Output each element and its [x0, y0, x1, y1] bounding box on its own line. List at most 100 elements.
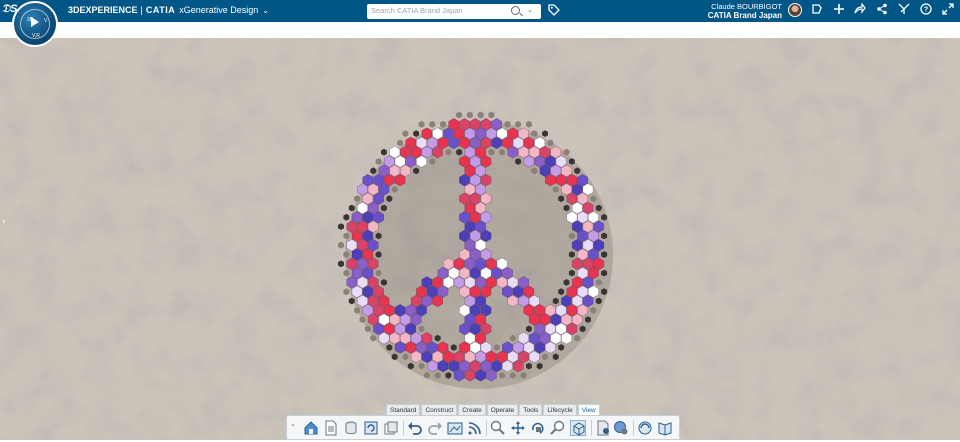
- hex-cell: [545, 173, 556, 187]
- hex-cell: [507, 145, 519, 159]
- app-brand[interactable]: 3DEXPERIENCE | CATIA xGenerative Design ⌄: [68, 5, 269, 15]
- action-bar: Standard Construct Create Operate Tools …: [286, 404, 680, 440]
- hex-cell: [561, 331, 572, 345]
- zoom-icon[interactable]: [490, 420, 506, 436]
- hex-cell: [448, 136, 460, 150]
- hex-cell: [437, 359, 449, 373]
- share-icon[interactable]: [810, 3, 824, 18]
- compass-widget[interactable]: 3D V V,R: [12, 1, 58, 47]
- 3d-viewport[interactable]: ›: [0, 38, 960, 440]
- hex-cell: [426, 359, 438, 373]
- tab-construct[interactable]: Construct: [421, 404, 458, 415]
- capture-icon[interactable]: [447, 420, 463, 436]
- hex-cell: [475, 369, 486, 382]
- hex-cell: [502, 359, 513, 373]
- edge-cell: [418, 120, 425, 128]
- globe-settings-icon[interactable]: [613, 420, 629, 436]
- separator: [486, 420, 487, 436]
- edge-cell: [338, 241, 344, 249]
- edge-cell: [526, 120, 532, 128]
- edge-cell: [402, 130, 409, 137]
- company-name: CATIA Brand Japan: [707, 11, 782, 20]
- hex-cell: [378, 331, 390, 345]
- expand-icon[interactable]: [941, 3, 955, 18]
- svg-text:?: ?: [924, 7, 928, 14]
- search-icon[interactable]: [511, 6, 520, 15]
- edge-cell: [542, 130, 548, 137]
- rotate-icon[interactable]: [530, 420, 546, 436]
- tab-lifecycle[interactable]: Lifecycle: [543, 404, 577, 415]
- hex-cell: [394, 173, 406, 187]
- action-bar-tools: ⌄: [286, 415, 680, 440]
- side-panel-arrow-icon[interactable]: ›: [2, 216, 5, 227]
- tag-icon[interactable]: [548, 4, 560, 16]
- peace-sign-model[interactable]: [330, 84, 620, 414]
- brand-catia: CATIA: [145, 5, 176, 15]
- edge-cell: [488, 111, 495, 119]
- avatar[interactable]: [788, 3, 802, 17]
- top-bar: 𝔇S 3DEXPERIENCE | CATIA xGenerative Design ⌄…: [0, 0, 960, 22]
- search-input[interactable]: Search CATIA Brand Japan: [371, 6, 463, 15]
- home-icon[interactable]: [303, 420, 319, 436]
- user-info[interactable]: Claude BOURBIGOT CATIA Brand Japan: [700, 2, 782, 20]
- forward-icon[interactable]: [853, 2, 867, 18]
- separator: [633, 420, 634, 436]
- hex-cell: [410, 350, 422, 364]
- hex-cell: [491, 136, 503, 150]
- network-icon[interactable]: [875, 3, 889, 18]
- separator: [403, 420, 404, 436]
- hex-cell: [432, 294, 443, 308]
- hex-cell: [485, 369, 497, 382]
- search-options-chevron-icon[interactable]: ⌄: [527, 6, 533, 14]
- edge-cell: [375, 158, 382, 165]
- app-name: xGenerative Design: [179, 5, 259, 15]
- hex-cell: [416, 155, 427, 168]
- search-box[interactable]: Search CATIA Brand Japan ⌄: [367, 4, 541, 19]
- plus-icon[interactable]: [832, 3, 846, 18]
- tab-tools[interactable]: Tools: [519, 404, 543, 415]
- book-icon[interactable]: [657, 420, 673, 436]
- hex-cell: [432, 145, 443, 159]
- chevron-down-icon[interactable]: ⌄: [262, 6, 269, 15]
- feed-icon[interactable]: [467, 420, 483, 436]
- tab-create[interactable]: Create: [458, 404, 486, 415]
- redo-icon[interactable]: [427, 420, 443, 436]
- help-icon[interactable]: ?: [919, 3, 933, 18]
- hex-cell: [507, 294, 519, 308]
- pan-icon[interactable]: [510, 420, 526, 436]
- zoom-area-icon[interactable]: [550, 420, 566, 436]
- document-settings-icon[interactable]: [595, 420, 611, 436]
- user-name: Claude BOURBIGOT: [711, 2, 782, 11]
- hex-cell: [528, 350, 540, 364]
- edge-cell: [343, 288, 350, 296]
- copy-icon[interactable]: [383, 420, 399, 436]
- new-document-icon[interactable]: [323, 420, 339, 436]
- tab-view[interactable]: View: [577, 404, 600, 415]
- action-bar-tabs: Standard Construct Create Operate Tools …: [386, 404, 601, 415]
- hex-cell: [523, 155, 535, 168]
- edge-cell: [477, 111, 484, 119]
- hex-cell: [545, 341, 556, 354]
- hex-cell: [453, 369, 465, 382]
- edge-cell: [466, 111, 473, 119]
- edge-cell: [343, 213, 350, 221]
- hex-cell: [464, 369, 476, 382]
- edge-cell: [381, 148, 387, 156]
- brand-separator: |: [140, 5, 143, 15]
- hex-cell: [394, 341, 406, 354]
- edge-cell: [429, 120, 436, 128]
- save-database-icon[interactable]: [343, 420, 359, 436]
- tools-icon[interactable]: [897, 3, 911, 18]
- view-cube-icon[interactable]: [570, 420, 586, 436]
- tab-operate[interactable]: Operate: [486, 404, 519, 415]
- separator: [591, 420, 592, 436]
- globe-refresh-icon[interactable]: [637, 420, 653, 436]
- collapse-chevron-icon[interactable]: ⌄: [290, 420, 296, 428]
- compass-label-vr: V,R: [32, 33, 40, 39]
- brand-3dexperience: 3DEXPERIENCE: [68, 5, 138, 15]
- compass-label-3d: 3D: [27, 17, 34, 23]
- undo-icon[interactable]: [407, 420, 423, 436]
- refresh-part-icon[interactable]: [363, 420, 379, 436]
- compass-label-v: V: [44, 18, 48, 24]
- tab-standard[interactable]: Standard: [386, 404, 421, 415]
